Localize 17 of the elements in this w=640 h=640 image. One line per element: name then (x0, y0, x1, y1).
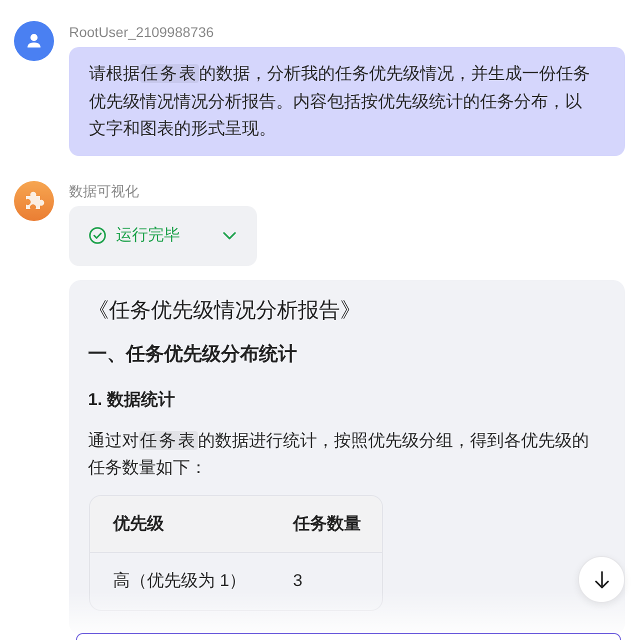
table-cell-text: 3 (292, 570, 304, 592)
paragraph-text: 通过对任务表 的数据进行统计，按照优先级分组，得到各优先级的任务数量如下： (88, 430, 590, 478)
person-avatar-icon (14, 21, 54, 61)
subsection-heading: 1. 数据统计 (88, 388, 175, 410)
table-header-cell: 优先级 (90, 496, 270, 552)
message-text: 请根据任务表 的数据，分析我的任务优先级情况，并生成一份任务优先级情况情况分析报告。内容包括按优先级统计的任务分布，以文字和图表的形式呈现。 (89, 63, 591, 140)
assistant-name: 数据可视化 (69, 182, 139, 200)
table-header-cell: 任务数量 (270, 496, 382, 552)
status-toggle[interactable]: 运行完毕 (69, 206, 257, 266)
section-heading: 一、任务优先级分布统计 (88, 342, 297, 366)
puzzle-avatar-icon (14, 180, 54, 220)
username: RootUser_2109988736 (69, 23, 214, 42)
report-title: 《任务优先级情况分析报告》 (88, 298, 361, 324)
arrow-down-icon (594, 570, 608, 588)
table-cell-text: 高（优先级为 1） (112, 570, 248, 592)
chat-input-field[interactable] (76, 633, 621, 640)
check-circle-icon (89, 227, 106, 244)
